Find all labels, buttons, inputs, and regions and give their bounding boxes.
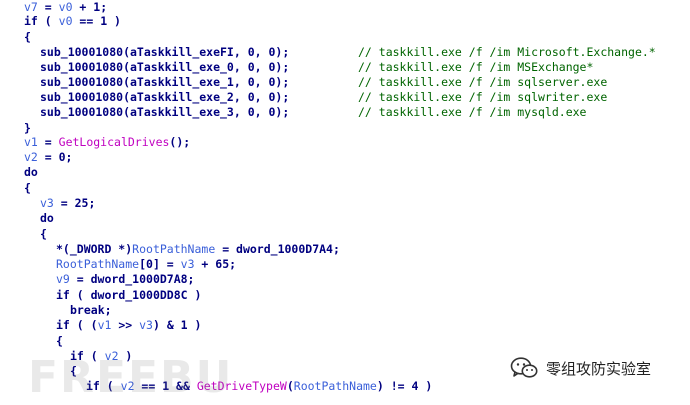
comment-text: // taskkill.exe /f /im sqlwriter.exe [358,90,608,104]
code-token: = dword_1000D7A8; [69,272,195,286]
code-line: { [40,227,47,242]
code-token: break; [70,303,112,317]
code-line: } [24,121,31,136]
code-line: { [24,30,31,45]
code-token: RootPathName [56,257,140,271]
code-token: = 25; [53,196,96,210]
code-token: do [40,211,54,225]
code-token: sub_10001080(aTaskkill_exeFI, 0, 0); [40,45,290,59]
code-line: v2 = 0; [24,150,72,165]
code-token: = [37,135,59,149]
code-token: = 0; [37,150,73,164]
wechat-icon [510,357,538,378]
code-line: do [40,211,54,226]
code-line: *(_DWORD *)RootPathName = dword_1000D7A4… [56,242,340,257]
comment-text: // taskkill.exe /f /im MSExchange* [358,60,594,74]
code-token: *(_DWORD *) [56,242,133,256]
code-token: v3 [180,257,195,271]
code-token: ( [37,14,59,28]
code-token: { [24,181,31,195]
code-line: v7 = v0 + 1; [24,0,107,15]
code-token: v0 [58,14,73,28]
code-token: v1 [24,135,38,149]
code-token: { [24,30,31,44]
code-token: ) != 4 ) [376,379,433,393]
code-line: if ( v0 == 1 ) [24,14,121,29]
code-line: if ( (v1 >> v3) & 1 ) [56,318,201,333]
code-comment: // taskkill.exe /f /im sqlwriter.exe [358,90,607,105]
code-comment: // taskkill.exe /f /im MSExchange* [358,60,593,75]
code-token: v0 [58,0,73,14]
code-comment: // taskkill.exe /f /im Microsoft.Exchang… [358,45,656,60]
code-token: + 1; [72,0,108,14]
code-comment: // taskkill.exe /f /im sqlserver.exe [358,75,607,90]
code-line: sub_10001080(aTaskkill_exe_3, 0, 0); [40,105,289,120]
code-token: = dword_1000D7A4; [215,242,340,256]
code-token: if [24,14,38,28]
wechat-account-name: 零组攻防实验室 [546,359,652,378]
code-token: ( [286,379,294,393]
code-token: { [40,227,47,241]
code-token: } [24,121,31,135]
code-line: { [24,181,31,196]
code-token: v1 [97,318,112,332]
code-token: = [37,0,59,14]
code-line: v9 = dword_1000D7A8; [56,272,194,287]
code-token: [0] = [139,257,181,271]
code-token: ) & 1 ) [152,318,202,332]
code-token: ( dword_1000DD8C ) [69,288,202,302]
code-token: v3 [40,196,54,210]
code-token: if [56,288,70,302]
code-token: == 1 ) [72,14,121,28]
code-token: ( ( [69,318,98,332]
code-line: do [24,165,38,180]
code-line: break; [70,303,112,318]
code-token: v3 [139,318,153,332]
code-token: RootPathName [132,242,216,256]
code-token: sub_10001080(aTaskkill_exe_3, 0, 0); [40,105,290,119]
freebuf-watermark-text: FREEBUF [28,352,228,400]
wechat-account-badge: 零组攻防实验室 [510,355,651,381]
code-line: sub_10001080(aTaskkill_exe_0, 0, 0); [40,60,289,75]
code-line: v3 = 25; [40,196,95,211]
code-token: + 65; [194,257,237,271]
code-token: >> [111,318,140,332]
code-line: RootPathName[0] = v3 + 65; [56,257,236,272]
code-token: do [24,165,38,179]
code-token: RootPathName [293,379,377,393]
freebuf-watermark: FREEBUF [28,346,263,403]
comment-text: // taskkill.exe /f /im Microsoft.Exchang… [358,45,656,59]
code-token: v9 [56,272,70,286]
code-line: sub_10001080(aTaskkill_exe_1, 0, 0); [40,75,289,90]
code-token: sub_10001080(aTaskkill_exe_1, 0, 0); [40,75,290,89]
code-line: sub_10001080(aTaskkill_exeFI, 0, 0); [40,45,289,60]
pseudocode-view: v7 = v0 + 1; if ( v0 == 1 ){sub_10001080(… [0,0,690,400]
code-token: (); [169,135,191,149]
code-token: sub_10001080(aTaskkill_exe_2, 0, 0); [40,90,290,104]
code-line: sub_10001080(aTaskkill_exe_2, 0, 0); [40,90,289,105]
code-token: v2 [24,150,38,164]
code-token: sub_10001080(aTaskkill_exe_0, 0, 0); [40,60,290,74]
code-token: if [56,318,70,332]
code-line: if ( dword_1000DD8C ) [56,288,201,303]
code-token: v7 [24,0,38,14]
code-line: v1 = GetLogicalDrives(); [24,135,190,150]
comment-text: // taskkill.exe /f /im sqlserver.exe [358,75,608,89]
code-token: GetLogicalDrives [58,135,170,149]
comment-text: // taskkill.exe /f /im mysqld.exe [358,105,587,119]
code-comment: // taskkill.exe /f /im mysqld.exe [358,105,586,120]
